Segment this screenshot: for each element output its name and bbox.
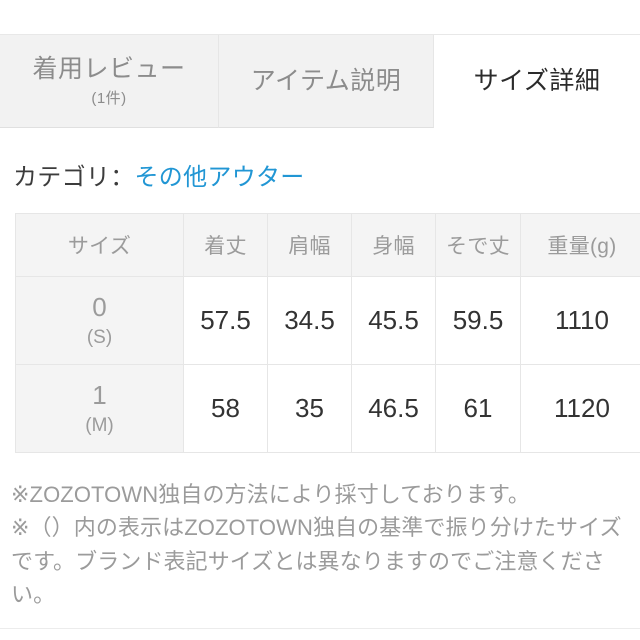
row-size-1: 1 (M) (15, 364, 184, 453)
header-size: サイズ (15, 213, 184, 277)
row-size-0: 0 (S) (15, 276, 184, 365)
size-table-body: 0 (S) 57.5 34.5 45.5 59.5 1110 1 (M) 58 … (15, 276, 640, 453)
size-table-head: サイズ 着丈 肩幅 身幅 そで丈 重量(g) (15, 213, 640, 277)
note-measurement-method: ※ZOZOTOWN独自の方法により採寸しております。 (11, 482, 530, 507)
tab-size-details-label: サイズ詳細 (473, 67, 601, 96)
cell-shoulder: 35 (267, 364, 352, 453)
category-line: カテゴリ：その他アウター (13, 157, 305, 192)
size-value: 0 (92, 292, 107, 323)
size-details-table: サイズ 着丈 肩幅 身幅 そで丈 重量(g) 0 (S) 57.5 34.5 4… (15, 213, 640, 453)
table-header-row: サイズ 着丈 肩幅 身幅 そで丈 重量(g) (15, 213, 640, 277)
table-row: 0 (S) 57.5 34.5 45.5 59.5 1110 (15, 276, 640, 365)
size-alt-value: (S) (86, 326, 113, 348)
tab-wear-reviews-label: 着用レビュー (32, 54, 186, 83)
size-value: 1 (92, 380, 107, 411)
header-length: 着丈 (183, 213, 268, 277)
tab-size-details[interactable]: サイズ詳細 (434, 35, 640, 128)
header-shoulder: 肩幅 (267, 213, 352, 277)
category-link[interactable]: その他アウター (135, 164, 305, 191)
cell-sleeve: 59.5 (435, 276, 521, 365)
size-alt-value: (M) (85, 414, 114, 436)
tab-item-description[interactable]: アイテム説明 (219, 35, 434, 128)
cell-chest: 45.5 (351, 276, 436, 365)
note-size-classification: ※（）内の表示はZOZOTOWN独自の基準で振り分けたサイズです。ブランド表記サ… (11, 515, 622, 608)
cell-length: 58 (183, 364, 268, 453)
cell-chest: 46.5 (351, 364, 436, 453)
header-chest: 身幅 (351, 213, 436, 277)
header-sleeve: そで丈 (435, 213, 521, 277)
cell-shoulder: 34.5 (267, 276, 352, 365)
tab-wear-reviews[interactable]: 着用レビュー (1件) (0, 35, 219, 128)
tab-bar: 着用レビュー (1件) アイテム説明 サイズ詳細 (0, 35, 640, 128)
tab-item-description-label: アイテム説明 (250, 66, 402, 95)
header-weight: 重量(g) (520, 213, 640, 277)
measurement-notes: ※ZOZOTOWN独自の方法により採寸しております。 ※（）内の表示はZOZOT… (11, 478, 629, 612)
cell-weight: 1110 (520, 276, 640, 365)
table-row: 1 (M) 58 35 46.5 61 1120 (15, 364, 640, 453)
category-label: カテゴリ： (13, 164, 135, 191)
bottom-divider (0, 628, 640, 629)
cell-sleeve: 61 (435, 364, 521, 453)
tab-wear-reviews-count: (1件) (91, 90, 127, 108)
cell-length: 57.5 (183, 276, 268, 365)
cell-weight: 1120 (520, 364, 640, 453)
